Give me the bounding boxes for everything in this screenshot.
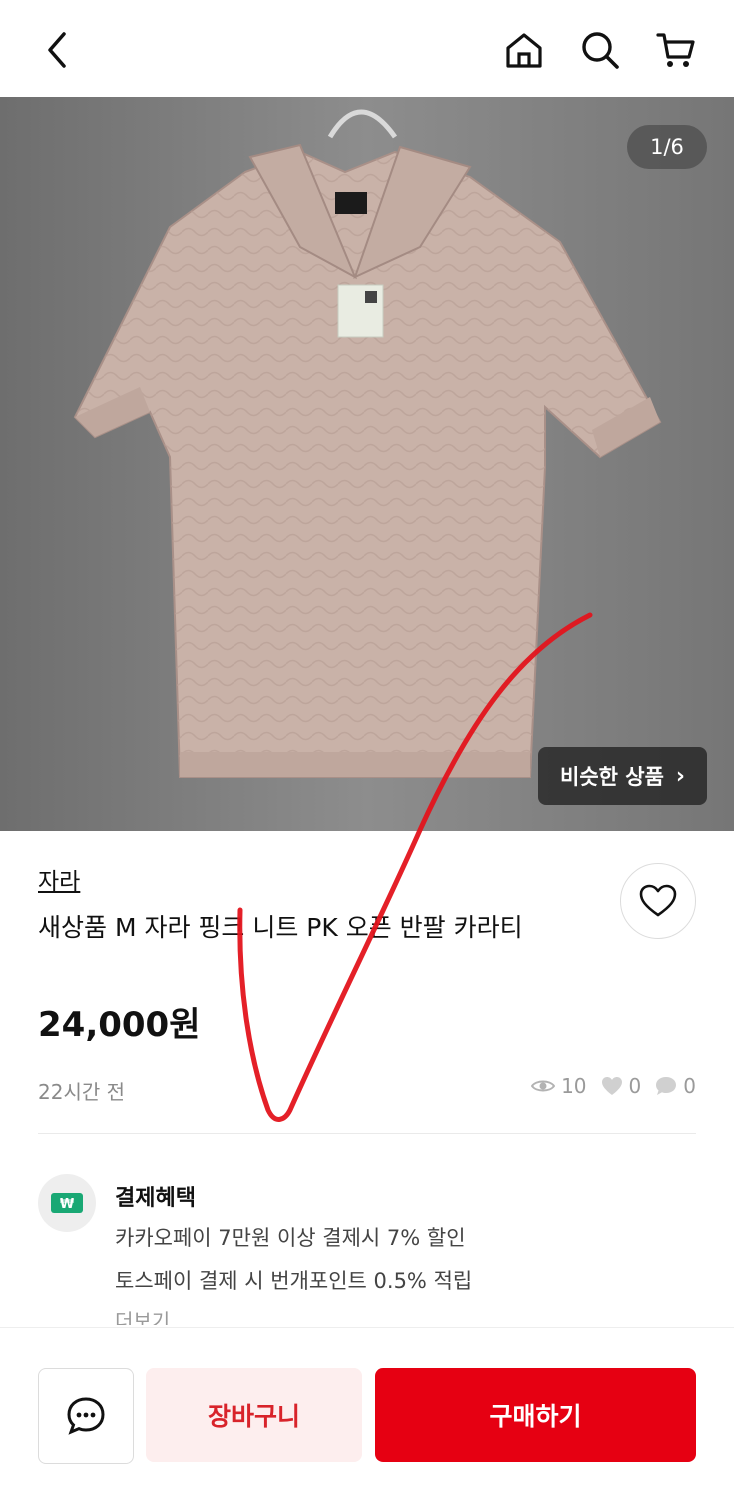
home-icon — [506, 33, 542, 68]
product-image[interactable]: 1/6 비슷한 상품 › — [0, 97, 734, 831]
benefits-more-link[interactable]: 더보기 — [115, 1305, 170, 1325]
buy-now-button[interactable]: 구매하기 — [375, 1368, 696, 1462]
benefit-tosspay: 토스페이 결제 시 번개포인트 0.5% 적립 — [115, 1269, 473, 1293]
chats-count: 0 — [683, 1074, 696, 1098]
chat-bubble-icon — [656, 1077, 677, 1095]
product-title: 새상품 M 자라 핑크 니트 PK 오픈 반팔 카라티 — [38, 913, 523, 942]
posted-time: 22시간 전 — [38, 1080, 126, 1104]
top-bar — [0, 0, 734, 97]
chat-icon — [67, 1397, 105, 1435]
benefits-title: 결제혜택 — [115, 1186, 196, 1211]
shirt-illustration — [0, 97, 734, 831]
views-stat: 10 — [531, 1074, 587, 1098]
views-count: 10 — [561, 1074, 587, 1098]
likes-count: 0 — [628, 1074, 642, 1098]
add-to-cart-button[interactable]: 장바구니 — [146, 1368, 362, 1462]
svg-text:₩: ₩ — [60, 1197, 75, 1212]
search-icon — [582, 32, 619, 69]
back-button[interactable] — [30, 22, 86, 78]
chat-button[interactable] — [38, 1368, 134, 1464]
cart-button[interactable] — [648, 22, 704, 78]
search-button[interactable] — [572, 22, 628, 78]
section-divider — [38, 1133, 696, 1134]
cart-icon — [656, 33, 695, 67]
heart-filled-icon — [601, 1077, 622, 1095]
benefit-kakaopay: 카카오페이 7만원 이상 결제시 7% 할인 — [115, 1226, 466, 1250]
bottom-action-bar: 장바구니 구매하기 — [0, 1327, 734, 1501]
image-counter: 1/6 — [627, 125, 707, 169]
product-price: 24,000원 — [38, 1005, 201, 1045]
favorite-button[interactable] — [620, 863, 696, 939]
eye-icon — [531, 1080, 556, 1092]
chevron-right-icon: › — [675, 763, 685, 789]
brand-link[interactable]: 자라 — [38, 862, 80, 896]
similar-products-button[interactable]: 비슷한 상품 › — [538, 747, 707, 805]
similar-products-label: 비슷한 상품 — [560, 765, 664, 789]
chats-stat: 0 — [655, 1074, 696, 1098]
home-button[interactable] — [496, 22, 552, 78]
product-stats: 10 0 0 — [523, 1074, 696, 1098]
likes-stat: 0 — [601, 1074, 642, 1098]
won-payment-icon: ₩ — [38, 1174, 96, 1232]
chevron-left-icon — [48, 32, 66, 68]
heart-icon — [639, 884, 677, 917]
